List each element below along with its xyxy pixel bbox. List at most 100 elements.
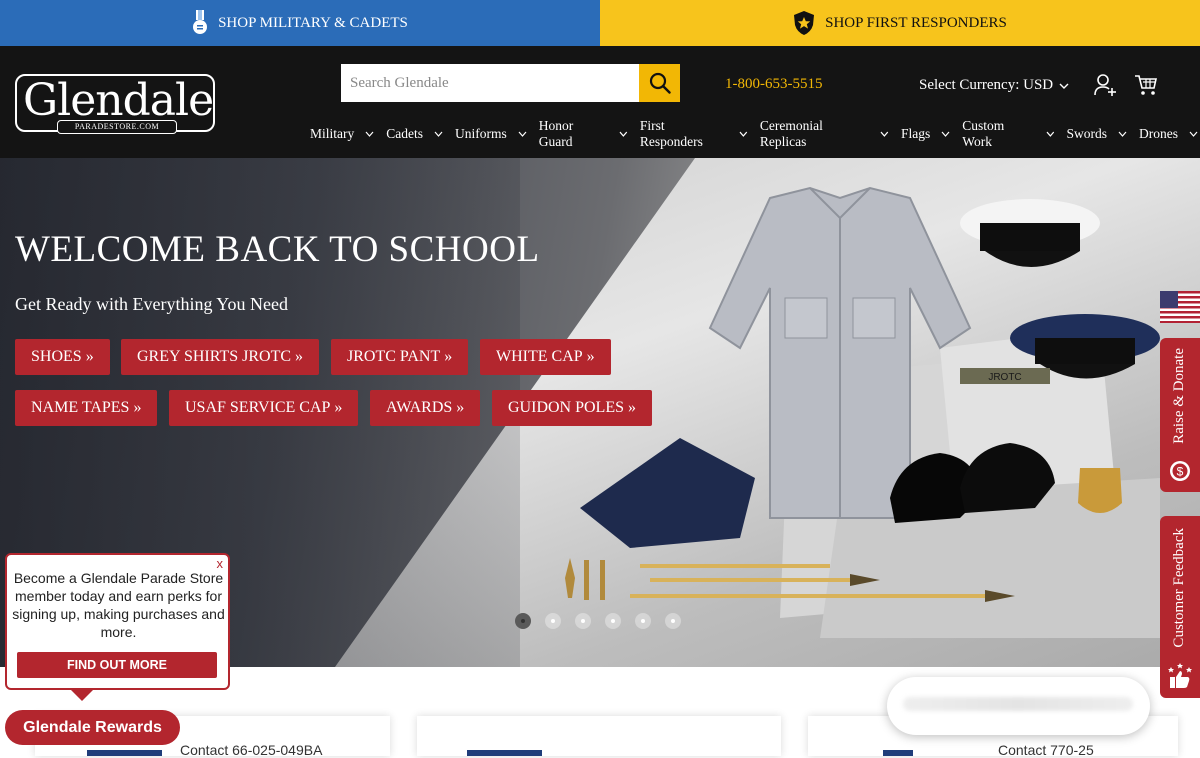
- product-card-text: Contact 66-025-049BA: [180, 742, 323, 758]
- shop-military-label: SHOP MILITARY & CADETS: [218, 14, 408, 31]
- nav-label: Military: [310, 126, 355, 141]
- carousel-dot-4[interactable]: [605, 613, 621, 629]
- jrotc-pant-button[interactable]: JROTC PANT »: [331, 339, 469, 375]
- nav-item-flags[interactable]: Flags: [901, 118, 950, 150]
- product-card[interactable]: [417, 716, 781, 756]
- glendale-logo[interactable]: Glendale PARADESTORE.COM: [15, 74, 215, 134]
- shop-military-button[interactable]: SHOP MILITARY & CADETS: [0, 0, 600, 46]
- product-thumbnail: [883, 750, 913, 756]
- rewards-popup: x Become a Glendale Parade Store member …: [5, 553, 230, 690]
- nav-label: Swords: [1066, 126, 1107, 141]
- name-tapes-button[interactable]: NAME TAPES »: [15, 390, 158, 426]
- currency-label: Select Currency: USD: [919, 77, 1054, 93]
- nav-item-custom-work[interactable]: Custom Work: [962, 118, 1054, 150]
- name-tape-text: JROTC: [988, 372, 1021, 383]
- nav-label: Ceremonial Replicas: [759, 118, 823, 149]
- nav-label: Cadets: [386, 126, 423, 141]
- phone-number-link[interactable]: 1-800-653-5515: [725, 76, 823, 93]
- nav-item-cadets[interactable]: Cadets: [386, 118, 443, 150]
- customer-feedback-label: Customer Feedback: [1171, 528, 1187, 648]
- nav-item-drones[interactable]: Drones: [1139, 118, 1198, 150]
- white-cap-button[interactable]: WHITE CAP »: [480, 339, 611, 375]
- double-chevron-icon: »: [295, 348, 304, 365]
- search-bar: [341, 64, 680, 102]
- pill-label: USAF SERVICE CAP: [185, 399, 331, 416]
- nav-item-military[interactable]: Military: [310, 118, 374, 150]
- double-chevron-icon: »: [444, 348, 453, 365]
- nav-item-ceremonial-replicas[interactable]: Ceremonial Replicas: [760, 118, 889, 150]
- chevron-down-icon: [1189, 131, 1198, 137]
- pill-label: GREY SHIRTS JROTC: [137, 348, 292, 365]
- find-out-more-button[interactable]: FIND OUT MORE: [17, 652, 217, 678]
- nav-label: Uniforms: [455, 126, 507, 141]
- nav-label: Flags: [901, 126, 931, 141]
- logo-wordmark: Glendale: [23, 75, 214, 126]
- carousel-dot-2[interactable]: [545, 613, 561, 629]
- double-chevron-icon: »: [85, 348, 94, 365]
- carousel-dot-5[interactable]: [635, 613, 651, 629]
- grey-shirts-jrotc-button[interactable]: GREY SHIRTS JROTC »: [121, 339, 320, 375]
- popup-pointer: [70, 689, 94, 701]
- awards-button[interactable]: AWARDS »: [370, 390, 481, 426]
- pill-label: GUIDON POLES: [508, 399, 624, 416]
- double-chevron-icon: »: [334, 399, 343, 416]
- chevron-down-icon: [365, 131, 374, 137]
- customer-feedback-tab[interactable]: Customer Feedback: [1160, 516, 1200, 698]
- nav-item-first-responders[interactable]: First Responders: [640, 118, 748, 150]
- usaf-service-cap-button[interactable]: USAF SERVICE CAP »: [169, 390, 359, 426]
- chevron-down-icon: [619, 131, 628, 137]
- carousel-dot-1[interactable]: [515, 613, 531, 629]
- double-chevron-icon: »: [586, 348, 595, 365]
- shop-first-responders-button[interactable]: SHOP FIRST RESPONDERS: [600, 0, 1200, 46]
- logo-subtitle: PARADESTORE.COM: [57, 120, 177, 134]
- pill-label: AWARDS: [386, 399, 453, 416]
- us-flag-icon[interactable]: [1160, 291, 1200, 323]
- chat-widget[interactable]: [887, 677, 1150, 735]
- chevron-down-icon: [434, 131, 443, 137]
- search-button[interactable]: [639, 64, 680, 102]
- nav-item-swords[interactable]: Swords: [1066, 118, 1127, 150]
- shop-first-responders-label: SHOP FIRST RESPONDERS: [825, 14, 1007, 31]
- currency-selector[interactable]: Select Currency: USD: [919, 77, 1069, 94]
- raise-donate-tab[interactable]: Raise & Donate $: [1160, 338, 1200, 492]
- site-header: Glendale PARADESTORE.COM 1-800-653-5515 …: [0, 46, 1200, 158]
- svg-text:$: $: [1177, 465, 1184, 479]
- account-button[interactable]: [1093, 73, 1117, 102]
- shopping-cart-icon: [1135, 75, 1157, 95]
- cart-button[interactable]: [1134, 74, 1158, 101]
- top-bar: SHOP MILITARY & CADETS SHOP FIRST RESPON…: [0, 0, 1200, 46]
- hero-tagline: Get Ready with Everything You Need: [15, 294, 288, 314]
- search-icon: [649, 72, 671, 94]
- search-input[interactable]: [341, 64, 639, 102]
- pill-label: SHOES: [31, 348, 82, 365]
- hero-title: WELCOME BACK TO SCHOOL: [15, 229, 540, 270]
- user-add-icon: [1094, 74, 1116, 96]
- chevron-down-icon: [880, 131, 889, 137]
- nav-label: Drones: [1139, 126, 1178, 141]
- nav-item-uniforms[interactable]: Uniforms: [455, 118, 527, 150]
- product-card-text: Contact 770-25: [998, 742, 1094, 758]
- double-chevron-icon: »: [456, 399, 465, 416]
- chevron-down-icon: [1046, 131, 1054, 137]
- product-thumbnail: [87, 750, 162, 756]
- dollar-coin-icon: $: [1170, 461, 1190, 481]
- popup-message: Become a Glendale Parade Store member to…: [12, 570, 225, 640]
- nav-label: Honor Guard: [538, 118, 574, 149]
- pill-label: NAME TAPES: [31, 399, 130, 416]
- guidon-poles-button[interactable]: GUIDON POLES »: [492, 390, 652, 426]
- badge-star-icon: [794, 11, 815, 35]
- chevron-down-icon: [1059, 83, 1069, 89]
- chevron-down-icon: [941, 131, 950, 137]
- nav-item-honor-guard[interactable]: Honor Guard: [539, 118, 628, 150]
- nav-label: First Responders: [639, 118, 703, 149]
- glendale-rewards-button[interactable]: Glendale Rewards: [5, 710, 180, 745]
- carousel-dot-6[interactable]: [665, 613, 681, 629]
- thumbs-up-stars-icon: [1168, 663, 1192, 688]
- carousel-dot-3[interactable]: [575, 613, 591, 629]
- shoes-button[interactable]: SHOES »: [15, 339, 110, 375]
- chat-placeholder: [903, 697, 1133, 711]
- chevron-down-icon: [1118, 131, 1127, 137]
- medal-icon: [193, 10, 208, 34]
- pill-label: JROTC PANT: [347, 348, 441, 365]
- double-chevron-icon: »: [628, 399, 636, 416]
